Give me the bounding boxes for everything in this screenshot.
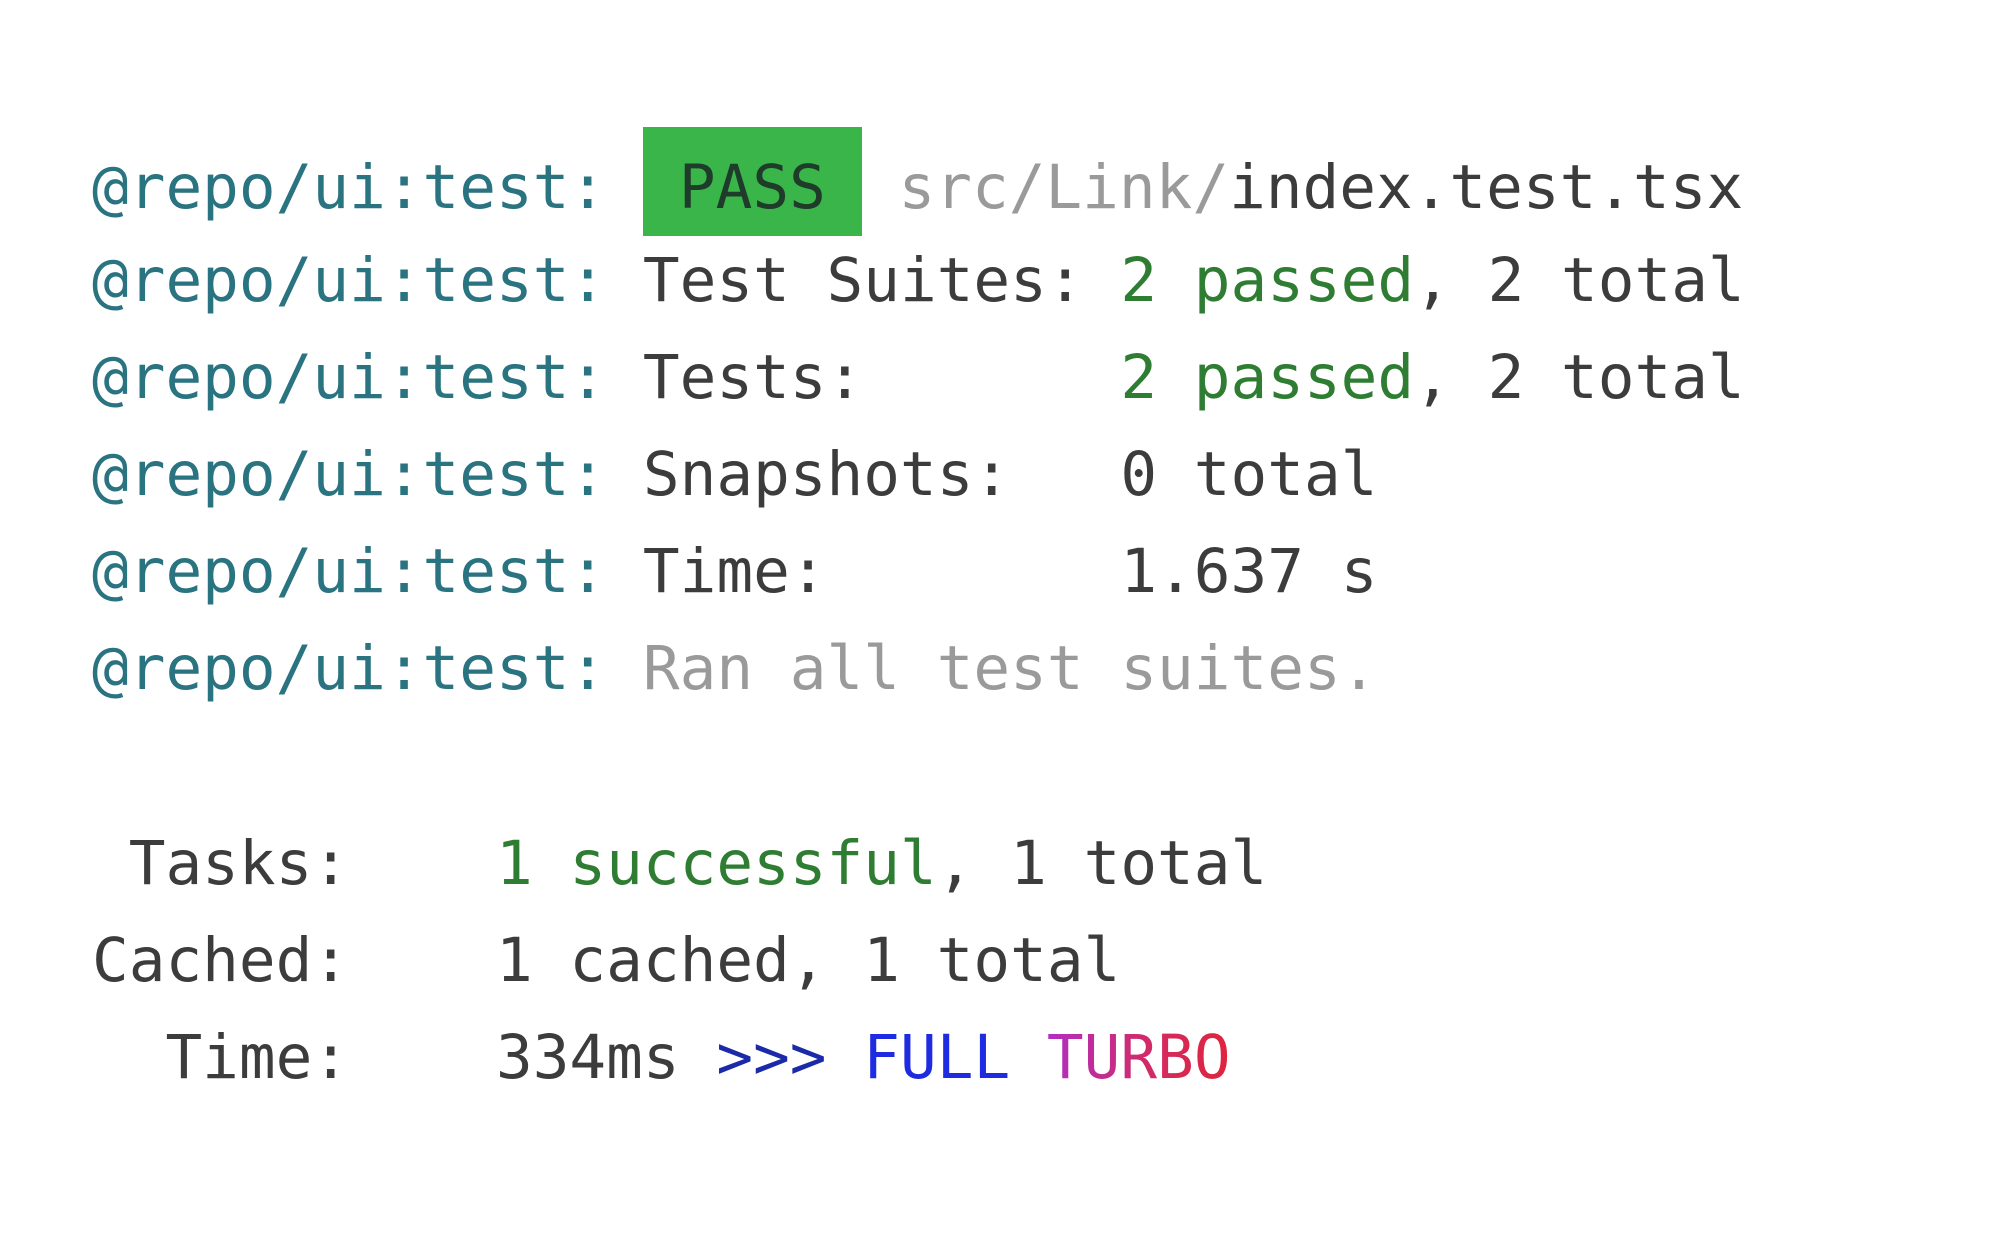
cached-label: Cached: [92,925,350,996]
summary-total: 2 total [1450,342,1745,413]
task-prefix: @repo/ui:test: [92,245,607,316]
summary-pad [863,342,1120,413]
task-prefix: @repo/ui:test: [92,536,607,607]
tasks-successful: 1 successful [495,828,937,899]
summary-label: Time: [642,536,827,607]
summary-total: 2 total [1450,245,1745,316]
summary-sep: , [1414,342,1451,413]
summary-value: 1.637 s [1120,536,1378,607]
summary-pad [1084,245,1121,316]
task-prefix: @repo/ui:test: [92,439,607,510]
time-line: @repo/ui:test: Time: 1.637 s [92,523,1377,621]
tasks-label: Tasks: [92,828,350,899]
summary-value: 0 total [1120,439,1378,510]
summary-sep: , [1414,245,1451,316]
cached-value: 1 cached, 1 total [495,925,1121,996]
summary-pad [827,536,1121,607]
jest-pass-line: @repo/ui:test: PASS src/Link/index.test.… [92,127,1744,237]
task-prefix: @repo/ui:test: [92,152,607,223]
turbo-label: TURBO [1046,1022,1231,1093]
task-prefix: @repo/ui:test: [92,633,607,704]
pass-badge: PASS [642,127,862,236]
summary-pad [1010,439,1120,510]
turbo-time-line: Time: 334ms >>> FULL TURBO [92,1009,1231,1107]
task-prefix: @repo/ui:test: [92,342,607,413]
summary-label: Tests: [642,342,864,413]
turbo-time-value: 334ms [495,1022,680,1093]
turbo-cached-line: Cached: 1 cached, 1 total [92,912,1120,1010]
summary-passed: 2 passed [1120,342,1415,413]
tests-line: @repo/ui:test: Tests: 2 passed, 2 total [92,329,1745,427]
turbo-arrows: >>> [716,1022,827,1093]
summary-label: Test Suites: [642,245,1084,316]
terminal-output: @repo/ui:test: PASS src/Link/index.test.… [0,0,1998,1250]
full-label: FULL [863,1022,1011,1093]
snapshots-line: @repo/ui:test: Snapshots: 0 total [92,426,1377,524]
ran-all-line: @repo/ui:test: Ran all test suites. [92,620,1377,718]
ran-all-text: Ran all test suites. [642,633,1378,704]
turbo-time-label: Time: [92,1022,350,1093]
test-suites-line: @repo/ui:test: Test Suites: 2 passed, 2 … [92,232,1745,330]
tasks-total: , 1 total [936,828,1268,899]
turbo-tasks-line: Tasks: 1 successful, 1 total [92,815,1268,913]
test-file-dir: src/Link/ [898,152,1230,223]
summary-passed: 2 passed [1120,245,1415,316]
test-file-name: index.test.tsx [1229,152,1744,223]
summary-label: Snapshots: [642,439,1011,510]
